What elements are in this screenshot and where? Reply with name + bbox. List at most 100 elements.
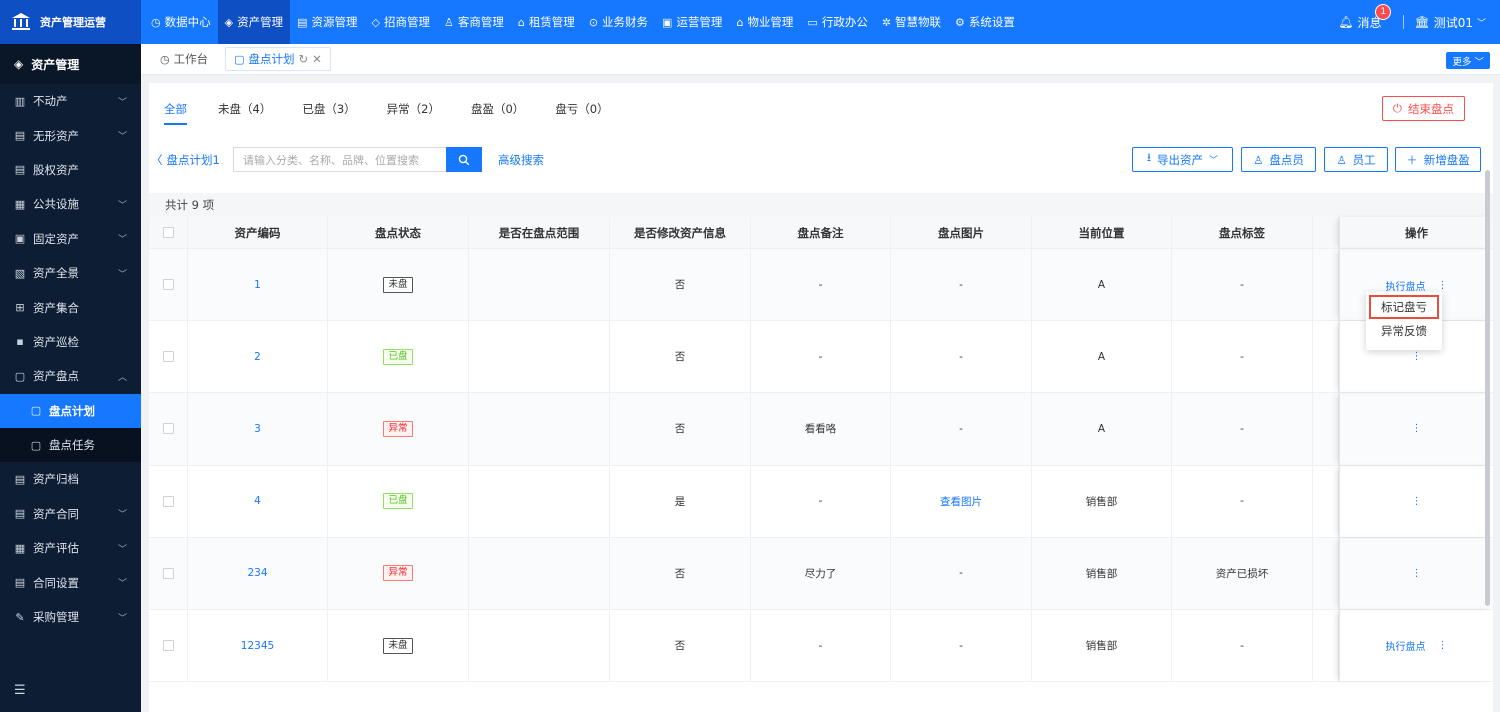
more-vertical-icon[interactable]: ⋮ <box>1412 423 1422 434</box>
topnav-label: 数据中心 <box>164 15 211 29</box>
filter-tab-unchecked[interactable]: 未盘（4） <box>218 101 271 125</box>
image-cell: - <box>891 609 1032 682</box>
topnav-label: 智慧物联 <box>895 15 942 29</box>
topnav-item-leasing[interactable]: ⌂ 租赁管理 <box>511 0 582 44</box>
sidebar-item-inventory[interactable]: ▢ 资产盘点 ︿ <box>0 359 141 393</box>
asset-code-link[interactable]: 2 <box>188 321 328 393</box>
money-icon: ⊙ <box>588 15 599 29</box>
location-cell: 销售部 <box>1032 609 1172 682</box>
search-input[interactable]: 请输入分类、名称、品牌、位置搜索 <box>233 147 446 172</box>
building-icon: ▤ <box>297 15 308 29</box>
filter-tab-loss[interactable]: 盘亏（0） <box>555 101 608 125</box>
topnav-item-operations[interactable]: ▣ 运营管理 <box>655 0 729 44</box>
chevron-down-icon: ﹀ <box>1209 156 1219 166</box>
select-all-checkbox[interactable] <box>162 227 174 238</box>
asset-code-link[interactable]: 12345 <box>188 609 328 682</box>
tab-inventory-plan[interactable]: ▢ 盘点计划 ↻ ✕ <box>225 47 331 71</box>
sidebar-item-procurement[interactable]: ✎ 采购管理 ﹀ <box>0 600 141 634</box>
collapse-menu-icon[interactable]: ☰ <box>14 683 26 698</box>
close-icon[interactable]: ✕ <box>312 52 322 66</box>
end-inventory-button[interactable]: ⏻ 结束盘点 <box>1381 96 1465 121</box>
more-tabs-button[interactable]: 更多 ﹀ <box>1446 52 1490 69</box>
tab-workbench[interactable]: ◷ 工作台 <box>151 47 217 71</box>
label-cell: - <box>1172 393 1313 465</box>
sidebar-item-inspection[interactable]: ▪ 资产巡检 <box>0 325 141 359</box>
topnav-item-finance[interactable]: ⊙ 业务财务 <box>582 0 655 44</box>
asset-code-link[interactable]: 3 <box>188 393 328 465</box>
refresh-icon[interactable]: ↻ <box>299 52 309 66</box>
status-badge: 未盘 <box>383 276 413 293</box>
user-menu[interactable]: 🏛︎ 测试01 ﹀ <box>1414 14 1486 31</box>
mark-loss-menu-item[interactable]: 标记盘亏 <box>1369 295 1439 319</box>
topnav-item-settings[interactable]: ⚙ 系统设置 <box>948 0 1022 44</box>
execute-inventory-link[interactable]: 执行盘点 <box>1386 278 1426 293</box>
topnav-item-asset-management[interactable]: ◈ 资产管理 <box>217 0 291 44</box>
row-checkbox[interactable] <box>162 495 174 507</box>
dashboard-icon: ◷ <box>151 15 161 29</box>
sidebar-item-archive[interactable]: ▤ 资产归档 <box>0 462 141 496</box>
asset-code-link[interactable]: 1 <box>188 249 328 321</box>
row-checkbox[interactable] <box>162 279 174 291</box>
sidebar-item-intangible[interactable]: ▤ 无形资产 ﹀ <box>0 118 141 152</box>
table-row: 3 异常 否 看看咯 - A - ⋮ <box>149 393 1493 466</box>
filter-tab-abnormal[interactable]: 异常（2） <box>387 101 440 125</box>
advanced-search-link[interactable]: 高级搜索 <box>498 152 544 168</box>
search-button[interactable] <box>446 147 482 172</box>
asset-code-link[interactable]: 234 <box>188 537 328 609</box>
sidebar-item-public-facilities[interactable]: ▦ 公共设施 ﹀ <box>0 187 141 221</box>
chevron-down-icon: ﹀ <box>117 132 127 143</box>
more-vertical-icon[interactable]: ⋮ <box>1412 351 1422 362</box>
sidebar-item-evaluation[interactable]: ▦ 资产评估 ﹀ <box>0 531 141 565</box>
sidebar-item-panorama[interactable]: ▧ 资产全景 ﹀ <box>0 256 141 290</box>
sidebar-item-fixed-assets[interactable]: ▣ 固定资产 ﹀ <box>0 222 141 256</box>
sidebar-item-contracts[interactable]: ▤ 资产合同 ﹀ <box>0 497 141 531</box>
row-checkbox[interactable] <box>162 351 174 363</box>
topnav-item-investment[interactable]: ◇ 招商管理 <box>364 0 436 44</box>
tab-label: 工作台 <box>173 52 209 66</box>
spacer-cell <box>1313 465 1339 537</box>
more-vertical-icon[interactable]: ⋮ <box>1412 568 1422 579</box>
sidebar-item-inventory-plan[interactable]: ▢ 盘点计划 <box>0 393 141 428</box>
row-checkbox[interactable] <box>162 423 174 435</box>
sidebar-item-contract-settings[interactable]: ▤ 合同设置 ﹀ <box>0 565 141 599</box>
filter-tab-surplus[interactable]: 盘盈（0） <box>471 101 524 125</box>
more-vertical-icon[interactable]: ⋮ <box>1412 496 1422 507</box>
back-link[interactable]: 〈 盘点计划1 <box>151 152 220 168</box>
sidebar-item-inventory-task[interactable]: ▢ 盘点任务 <box>0 427 141 463</box>
execute-inventory-link[interactable]: 执行盘点 <box>1386 638 1426 653</box>
topnav-item-clients[interactable]: ♙ 客商管理 <box>437 0 511 44</box>
user-icon: ♙ <box>1336 152 1347 167</box>
bell-icon: 🔔︎ <box>1338 15 1354 29</box>
abnormal-feedback-menu-item[interactable]: 异常反馈 <box>1369 319 1439 343</box>
export-assets-button[interactable]: ⭳ 导出资产 ﹀ <box>1132 147 1233 172</box>
location-cell: 销售部 <box>1032 537 1172 609</box>
topnav-item-office[interactable]: ▭ 行政办公 <box>800 0 874 44</box>
view-image-link[interactable]: 查看图片 <box>891 465 1032 537</box>
employee-button[interactable]: ♙ 员工 <box>1324 147 1388 172</box>
more-vertical-icon[interactable]: ⋮ <box>1438 280 1448 291</box>
image-cell: - <box>891 393 1032 465</box>
filter-tab-all[interactable]: 全部 <box>164 101 187 125</box>
topnav-item-iot[interactable]: ✲ 智慧物联 <box>875 0 948 44</box>
topnav-item-data-center[interactable]: ◷ 数据中心 <box>144 0 218 44</box>
vertical-scrollbar[interactable] <box>1485 170 1490 606</box>
in-scope-cell <box>469 393 610 465</box>
messages-button[interactable]: 🔔︎ 消息 1 <box>1338 3 1392 31</box>
topnav-item-property[interactable]: ⌂ 物业管理 <box>729 0 800 44</box>
row-checkbox[interactable] <box>162 567 174 579</box>
spacer-cell <box>1313 609 1339 682</box>
filter-tab-checked[interactable]: 已盘（3） <box>302 101 355 125</box>
inspector-button[interactable]: ♙ 盘点员 <box>1241 147 1316 172</box>
add-surplus-button[interactable]: ＋ 新增盘盈 <box>1395 147 1481 172</box>
asset-code-link[interactable]: 4 <box>188 465 328 537</box>
chevron-down-icon: ﹀ <box>117 97 127 108</box>
table-row: 1 未盘 否 - - A - 执行盘点 ⋮ <box>149 249 1493 322</box>
label-cell: 资产已损坏 <box>1172 537 1313 609</box>
row-checkbox[interactable] <box>162 640 174 652</box>
modified-cell: 否 <box>610 249 751 321</box>
topnav-item-resource[interactable]: ▤ 资源管理 <box>290 0 364 44</box>
sidebar-item-collection[interactable]: ⊞ 资产集合 <box>0 290 141 324</box>
sidebar-item-equity[interactable]: ▤ 股权资产 <box>0 153 141 187</box>
more-vertical-icon[interactable]: ⋮ <box>1438 640 1448 651</box>
sidebar-item-real-estate[interactable]: ▥ 不动产 ﹀ <box>0 84 141 118</box>
